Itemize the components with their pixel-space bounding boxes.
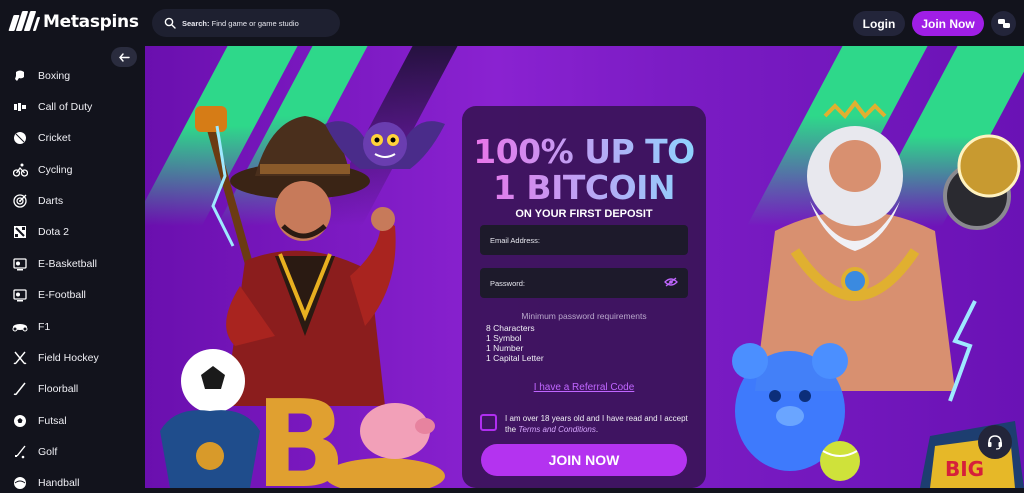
sidebar-item-label: Handball xyxy=(38,477,80,489)
search-placeholder-text: Find game or game studio xyxy=(211,18,299,28)
e-basketball-icon xyxy=(12,256,28,272)
svg-text:BIG: BIG xyxy=(945,457,984,481)
email-field[interactable]: Email Address: xyxy=(480,225,688,255)
call-of-duty-icon xyxy=(12,99,28,115)
requirement-item: 8 Characters xyxy=(486,323,535,333)
terms-link[interactable]: Terms and Conditions xyxy=(518,425,596,434)
f1-icon xyxy=(12,319,28,335)
sidebar-item-boxing[interactable]: Boxing xyxy=(12,66,70,86)
sidebar-item-label: E-Basketball xyxy=(38,258,97,270)
sidebar-item-golf[interactable]: Golf xyxy=(12,442,57,462)
logo-mark-icon xyxy=(8,11,41,33)
sidebar-item-label: E-Football xyxy=(38,289,86,301)
sidebar-item-label: Boxing xyxy=(38,70,71,82)
search-label: Search: xyxy=(182,18,210,28)
sidebar-item-handball[interactable]: Handball xyxy=(12,473,79,493)
sidebar-item-label: Futsal xyxy=(38,415,67,427)
handball-icon xyxy=(12,475,28,491)
golf-icon xyxy=(12,444,28,460)
search-placeholder: Search: Find game or game studio xyxy=(182,19,299,28)
join-now-submit-button[interactable]: JOIN NOW xyxy=(481,444,687,476)
sidebar-item-f1[interactable]: F1 xyxy=(12,317,50,337)
headset-icon xyxy=(988,435,1002,450)
cricket-icon xyxy=(12,130,28,146)
referral-code-link[interactable]: I have a Referral Code xyxy=(462,382,706,393)
sidebar-item-dota-2[interactable]: Dota 2 xyxy=(12,222,69,242)
age-consent-text: I am over 18 years old and I have read a… xyxy=(505,413,690,435)
dota-icon xyxy=(12,224,28,240)
sidebar-item-label: Darts xyxy=(38,195,64,207)
field-hockey-icon xyxy=(12,350,28,366)
arrow-left-icon xyxy=(118,52,130,62)
promo-title-line2: 1 BITCOIN xyxy=(462,168,706,207)
sidebar-item-darts[interactable]: Darts xyxy=(12,191,63,211)
support-button[interactable] xyxy=(978,425,1012,459)
sidebar-item-label: Cricket xyxy=(38,132,71,144)
sidebar-item-cycling[interactable]: Cycling xyxy=(12,160,72,180)
join-now-button[interactable]: Join Now xyxy=(912,11,984,36)
logo-text: Metaspins xyxy=(43,12,139,32)
promo-title-line1: 100% UP TO xyxy=(462,132,706,171)
sidebar-item-label: Dota 2 xyxy=(38,226,69,238)
sidebar-item-field-hockey[interactable]: Field Hockey xyxy=(12,348,99,368)
email-placeholder: Email Address: xyxy=(490,235,541,245)
sidebar: Boxing Call of Duty Cricket Cycling Dart… xyxy=(0,46,145,489)
promo-banner: B BIG 100% UP TO 1 BITCOIN ON YOUR FIRST… xyxy=(145,46,1024,488)
sidebar-item-label: Cycling xyxy=(38,164,73,176)
requirement-item: 1 Number xyxy=(486,343,524,353)
sidebar-item-label: Field Hockey xyxy=(38,352,99,364)
password-requirements-title: Minimum password requirements xyxy=(521,311,647,321)
boxing-icon xyxy=(12,68,28,84)
sidebar-item-label: Floorball xyxy=(38,383,79,395)
top-header: Metaspins Search: Find game or game stud… xyxy=(0,0,1024,46)
bat-illustration xyxy=(325,121,445,169)
floorball-icon xyxy=(12,381,28,397)
cycling-icon xyxy=(12,162,28,178)
sidebar-item-cricket[interactable]: Cricket xyxy=(12,128,71,148)
consent-period: . xyxy=(595,425,599,434)
age-consent-checkbox[interactable] xyxy=(480,414,497,431)
search-icon xyxy=(164,17,176,29)
requirement-item: 1 Capital Letter xyxy=(486,353,544,363)
futsal-icon xyxy=(12,413,28,429)
sidebar-item-e-basketball[interactable]: E-Basketball xyxy=(12,254,97,274)
darts-icon xyxy=(12,193,28,209)
sidebar-item-call-of-duty[interactable]: Call of Duty xyxy=(12,97,92,117)
sidebar-collapse-button[interactable] xyxy=(111,47,137,67)
chat-bubbles-icon xyxy=(997,18,1010,28)
zeus-character-illustration: BIG xyxy=(732,99,1024,488)
password-placeholder: Password: xyxy=(490,278,526,288)
sidebar-item-label: Call of Duty xyxy=(38,101,93,113)
logo[interactable]: Metaspins xyxy=(8,11,139,33)
eye-hidden-icon[interactable] xyxy=(664,277,678,287)
sidebar-item-label: Golf xyxy=(38,446,58,458)
login-button[interactable]: Login xyxy=(853,11,905,36)
sidebar-item-label: F1 xyxy=(38,321,51,333)
sidebar-item-floorball[interactable]: Floorball xyxy=(12,379,78,399)
password-field[interactable]: Password: xyxy=(480,268,688,298)
sidebar-item-e-football[interactable]: E-Football xyxy=(12,285,86,305)
requirement-item: 1 Symbol xyxy=(486,333,522,343)
e-football-icon xyxy=(12,287,28,303)
promo-subtitle: ON YOUR FIRST DEPOSIT xyxy=(515,208,653,220)
chat-button[interactable] xyxy=(991,11,1016,36)
search-input[interactable]: Search: Find game or game studio xyxy=(152,9,340,37)
sidebar-item-futsal[interactable]: Futsal xyxy=(12,411,67,431)
